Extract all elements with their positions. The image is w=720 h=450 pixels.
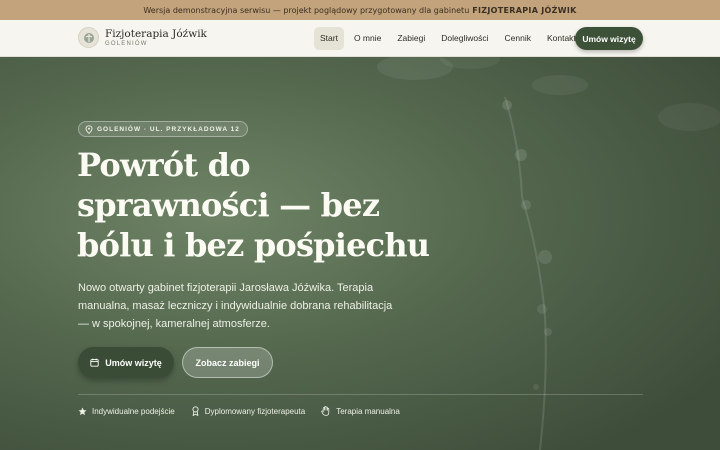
brand-location: GOLENIÓW	[105, 41, 148, 47]
hero-description: Nowo otwarty gabinet fizjoterapii Jarosł…	[78, 282, 393, 330]
see-treatments-button[interactable]: Zobacz zabiegi	[182, 347, 273, 378]
feature-label: Indywidualne podejście	[92, 406, 175, 416]
hero-section: GOLENIÓW · UL. PRZYKŁADOWA 12 Powrót do …	[0, 57, 720, 450]
feature-list: Indywidualne podejście Dyplomowany fizjo…	[78, 406, 400, 416]
hero-divider	[78, 394, 643, 395]
location-badge-text: GOLENIÓW · UL. PRZYKŁADOWA 12	[97, 125, 240, 133]
location-badge: GOLENIÓW · UL. PRZYKŁADOWA 12	[78, 121, 248, 137]
award-icon	[192, 406, 199, 416]
hero-title: Powrót do sprawności — bez bólu i bez po…	[77, 146, 430, 264]
nav-item-o-mnie[interactable]: O mnie	[348, 27, 387, 50]
hand-icon	[321, 406, 330, 416]
logo-icon[interactable]	[78, 27, 99, 48]
feature-item: Terapia manualna	[321, 406, 400, 416]
book-visit-button[interactable]: Umów wizytę	[78, 347, 174, 378]
announcement-bar: Wersja demonstracyjna serwisu — projekt …	[0, 0, 720, 20]
navbar: Fizjoterapia Jóźwik GOLENIÓW Start O mni…	[0, 20, 720, 57]
book-visit-nav-button[interactable]: Umów wizytę	[575, 27, 643, 50]
announcement-highlight: FIZJOTERAPIA JÓŹWIK	[472, 5, 577, 15]
feature-item: Indywidualne podejście	[78, 406, 175, 416]
feature-label: Terapia manualna	[336, 406, 400, 416]
announcement-text: Wersja demonstracyjna serwisu — projekt …	[143, 5, 470, 15]
star-icon	[78, 407, 87, 415]
feature-label: Dyplomowany fizjoterapeuta	[204, 406, 306, 416]
calendar-icon	[90, 358, 99, 367]
book-visit-button-label: Umów wizytę	[105, 357, 162, 368]
nav-item-cennik[interactable]: Cennik	[499, 27, 537, 50]
feature-item: Dyplomowany fizjoterapeuta	[191, 406, 306, 416]
main-nav: Start O mnie Zabiegi Dolegliwości Cennik…	[314, 27, 582, 50]
nav-item-zabiegi[interactable]: Zabiegi	[391, 27, 431, 50]
brand-name[interactable]: Fizjoterapia Jóźwik	[105, 28, 207, 40]
map-pin-icon	[85, 124, 93, 134]
nav-item-dolegliwosci[interactable]: Dolegliwości	[435, 27, 494, 50]
nav-item-start[interactable]: Start	[314, 27, 344, 50]
